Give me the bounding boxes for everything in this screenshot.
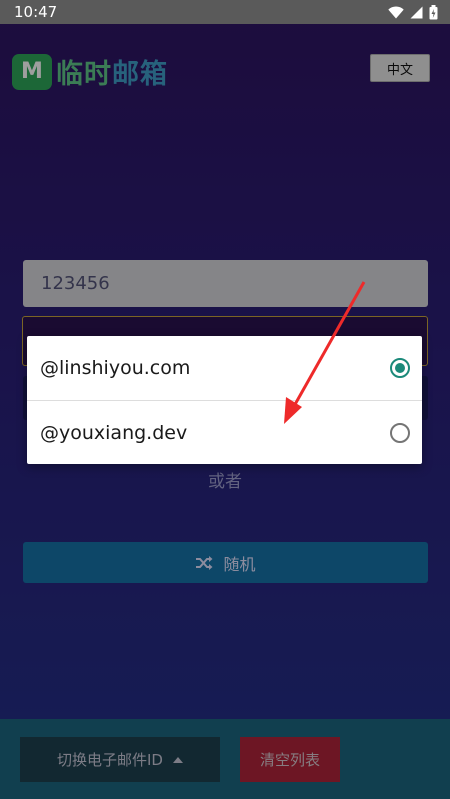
status-time: 10:47 bbox=[14, 3, 58, 21]
battery-icon bbox=[429, 4, 438, 19]
wifi-icon bbox=[388, 5, 404, 18]
signal-icon bbox=[410, 6, 423, 18]
domain-option-linshiyou[interactable]: @linshiyou.com bbox=[27, 336, 422, 400]
domain-option-label: @linshiyou.com bbox=[40, 357, 191, 379]
domain-dropdown: @linshiyou.com @youxiang.dev bbox=[27, 336, 422, 464]
radio-checked-icon[interactable] bbox=[390, 358, 410, 378]
domain-option-youxiang[interactable]: @youxiang.dev bbox=[27, 400, 422, 464]
domain-option-label: @youxiang.dev bbox=[40, 421, 188, 444]
status-bar: 10:47 bbox=[0, 0, 450, 24]
radio-unchecked-icon[interactable] bbox=[390, 422, 410, 443]
status-icons bbox=[388, 4, 438, 20]
